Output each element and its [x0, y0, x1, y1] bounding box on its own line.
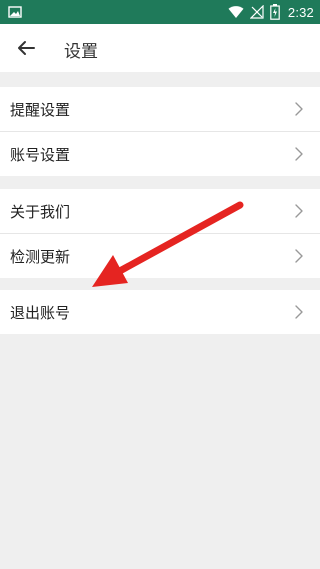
settings-section-3: 退出账号 [0, 290, 320, 334]
image-icon [8, 6, 22, 18]
settings-item-about[interactable]: 关于我们 [0, 189, 320, 234]
chevron-right-icon [295, 249, 303, 263]
settings-list: 提醒设置 账号设置 关于我们 检测更新 退出账号 [0, 72, 320, 334]
settings-item-check-update[interactable]: 检测更新 [0, 234, 320, 278]
section-spacer [0, 176, 320, 189]
app-bar: 设置 [0, 24, 320, 72]
back-arrow-icon[interactable] [14, 36, 38, 60]
settings-item-label: 关于我们 [10, 203, 71, 221]
settings-item-label: 提醒设置 [10, 101, 71, 119]
status-bar: 2:32 [0, 0, 320, 24]
settings-item-label: 检测更新 [10, 248, 71, 266]
page-title: 设置 [64, 42, 98, 62]
wifi-icon [228, 6, 244, 18]
no-signal-icon [249, 5, 264, 19]
settings-item-label: 退出账号 [10, 304, 71, 322]
section-spacer [0, 72, 320, 87]
chevron-right-icon [295, 102, 303, 116]
chevron-right-icon [295, 204, 303, 218]
status-time: 2:32 [287, 4, 314, 20]
settings-item-account[interactable]: 账号设置 [0, 132, 320, 176]
chevron-right-icon [295, 147, 303, 161]
settings-section-1: 提醒设置 账号设置 [0, 87, 320, 176]
settings-item-label: 账号设置 [10, 146, 71, 164]
settings-section-2: 关于我们 检测更新 [0, 189, 320, 278]
section-spacer [0, 278, 320, 290]
chevron-right-icon [295, 305, 303, 319]
battery-icon [270, 4, 280, 20]
settings-item-logout[interactable]: 退出账号 [0, 290, 320, 334]
settings-item-reminder[interactable]: 提醒设置 [0, 87, 320, 132]
